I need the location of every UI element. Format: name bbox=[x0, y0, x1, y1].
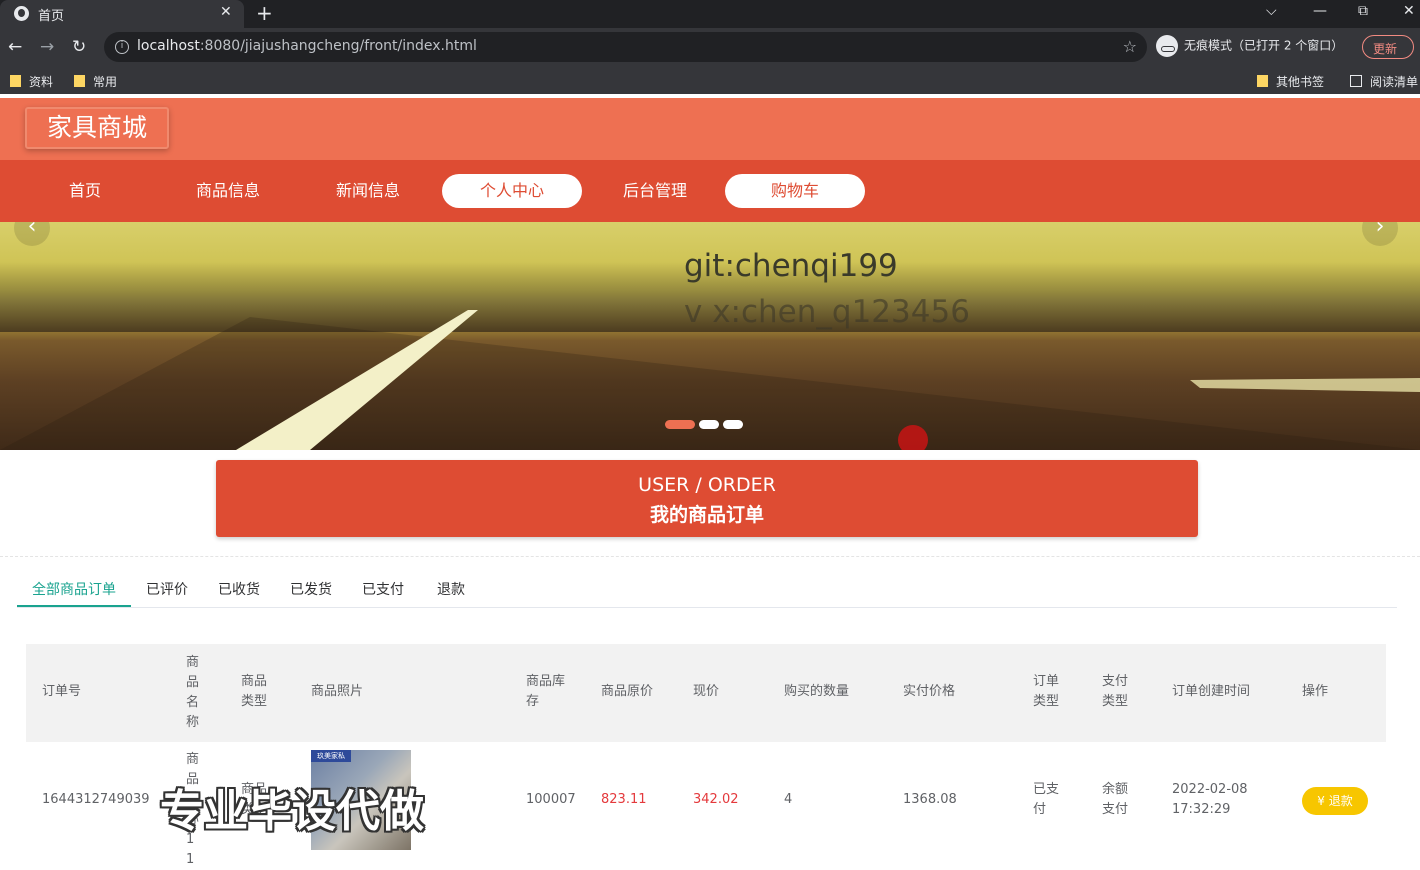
folder-icon bbox=[74, 75, 85, 87]
col-product-type: 商品类型 bbox=[241, 674, 268, 709]
col-paid-price: 实付价格 bbox=[903, 684, 956, 699]
tab-received[interactable]: 已收货 bbox=[218, 579, 260, 599]
browser-toolbar: ← → ↻ i localhost:8080/jiajushangcheng/f… bbox=[0, 28, 1420, 66]
col-original-price: 商品原价 bbox=[601, 684, 654, 699]
col-product-name: 商品名称 bbox=[186, 655, 200, 730]
bookmark-folder-ziliao[interactable]: 资料 bbox=[10, 73, 53, 90]
close-window-button[interactable]: ✕ bbox=[1403, 3, 1415, 19]
forward-icon[interactable]: → bbox=[40, 37, 54, 57]
browser-tab-strip: 首页 ✕ + ⌵ — ⧉ ✕ bbox=[0, 0, 1420, 28]
col-stock: 商品库存 bbox=[526, 674, 566, 709]
site-logo[interactable]: 家具商城 bbox=[25, 107, 169, 149]
tab-search-icon[interactable]: ⌵ bbox=[1266, 3, 1277, 19]
nav-user-center[interactable]: 个人中心 bbox=[442, 174, 582, 208]
bookmark-label: 其他书签 bbox=[1276, 75, 1325, 89]
nav-cart[interactable]: 购物车 bbox=[725, 174, 865, 208]
reading-list-icon bbox=[1350, 75, 1362, 87]
col-product-photo: 商品照片 bbox=[311, 684, 364, 699]
url-host: localhost bbox=[137, 38, 200, 54]
new-tab-button[interactable]: + bbox=[256, 1, 273, 25]
banner-caption-1: git:chenqi199 bbox=[684, 248, 898, 284]
cell-order-no: 1644312749039 bbox=[42, 792, 150, 807]
cell-created-time: 2022-02-08 17:32:29 bbox=[1172, 782, 1248, 817]
globe-icon bbox=[14, 6, 29, 21]
incognito-label: 无痕模式（已打开 2 个窗口） bbox=[1184, 38, 1344, 53]
incognito-indicator[interactable]: 无痕模式（已打开 2 个窗口） bbox=[1156, 35, 1343, 59]
mouse-cursor-highlight bbox=[898, 425, 928, 450]
yen-icon: ¥ bbox=[1317, 794, 1329, 808]
col-pay-type: 支付类型 bbox=[1102, 674, 1129, 709]
folder-icon bbox=[10, 75, 21, 87]
carousel-dot[interactable] bbox=[665, 420, 695, 429]
update-button[interactable]: 更新 bbox=[1362, 35, 1414, 59]
address-bar[interactable]: i localhost:8080/jiajushangcheng/front/i… bbox=[104, 32, 1147, 62]
watermark-overlay: 专业毕设代做 bbox=[160, 786, 424, 837]
url-text: localhost:8080/jiajushangcheng/front/ind… bbox=[137, 38, 477, 54]
cell-stock: 100007 bbox=[526, 792, 576, 807]
nav-news[interactable]: 新闻信息 bbox=[298, 174, 438, 208]
cell-pay-type: 余额支付 bbox=[1102, 782, 1129, 817]
close-tab-icon[interactable]: ✕ bbox=[220, 4, 232, 20]
bookmark-folder-changyong[interactable]: 常用 bbox=[74, 73, 117, 90]
col-quantity: 购买的数量 bbox=[784, 684, 850, 699]
refund-button[interactable]: ¥ 退款 bbox=[1302, 787, 1368, 815]
tab-shipped[interactable]: 已发货 bbox=[290, 579, 332, 599]
carousel-dot[interactable] bbox=[699, 420, 719, 429]
section-title-en: USER / ORDER bbox=[638, 474, 776, 496]
nav-products[interactable]: 商品信息 bbox=[158, 174, 298, 208]
col-order-type: 订单类型 bbox=[1033, 674, 1060, 709]
order-tabs: 全部商品订单 已评价 已收货 已发货 已支付 退款 bbox=[17, 570, 1397, 608]
main-nav: 首页 商品信息 新闻信息 个人中心 后台管理 购物车 bbox=[0, 160, 1420, 222]
cell-quantity: 4 bbox=[784, 792, 793, 807]
folder-icon bbox=[1257, 75, 1268, 87]
bookmark-folder-other[interactable]: 其他书签 bbox=[1257, 73, 1324, 90]
cell-paid-price: 1368.08 bbox=[903, 792, 957, 807]
col-order-no: 订单号 bbox=[42, 684, 82, 699]
bookmarks-bar: 资料 常用 其他书签 阅读清单 bbox=[0, 66, 1420, 94]
bookmark-label: 资料 bbox=[29, 75, 54, 89]
site-header: 家具商城 bbox=[0, 98, 1420, 160]
reading-list[interactable]: 阅读清单 bbox=[1350, 73, 1418, 90]
tab-title: 首页 bbox=[38, 9, 65, 24]
banner-carousel[interactable]: ‹ › git:chenqi199 v x:chen_q123456 bbox=[0, 222, 1420, 450]
tab-all-orders[interactable]: 全部商品订单 bbox=[32, 579, 116, 599]
tab-reviewed[interactable]: 已评价 bbox=[146, 579, 188, 599]
tab-paid[interactable]: 已支付 bbox=[362, 579, 404, 599]
section-title-cn: 我的商品订单 bbox=[649, 504, 764, 526]
carousel-dot[interactable] bbox=[723, 420, 743, 429]
bookmark-star-icon[interactable]: ☆ bbox=[1123, 37, 1137, 56]
cell-original-price: 823.11 bbox=[601, 792, 647, 807]
section-title: USER / ORDER 我的商品订单 bbox=[216, 460, 1198, 537]
col-current-price: 现价 bbox=[693, 684, 720, 699]
cell-order-type: 已支付 bbox=[1033, 782, 1060, 817]
tab-refund[interactable]: 退款 bbox=[437, 579, 465, 599]
active-tab-indicator bbox=[17, 605, 131, 607]
carousel-indicators bbox=[665, 420, 747, 430]
browser-tab[interactable]: 首页 ✕ bbox=[0, 0, 244, 28]
back-icon[interactable]: ← bbox=[8, 37, 22, 57]
nav-admin[interactable]: 后台管理 bbox=[585, 174, 725, 208]
table-header: 订单号 商品名称 商品类型 商品照片 商品库存 商品原价 现价 购买的数量 实付… bbox=[26, 644, 1386, 742]
site-info-icon[interactable]: i bbox=[115, 40, 129, 54]
restore-button[interactable]: ⧉ bbox=[1358, 3, 1368, 19]
cell-current-price: 342.02 bbox=[693, 792, 739, 807]
banner-caption-2: v x:chen_q123456 bbox=[684, 294, 970, 330]
photo-brand-tag: 玖美家私 bbox=[311, 750, 351, 762]
minimize-button[interactable]: — bbox=[1313, 3, 1327, 19]
col-created-time: 订单创建时间 bbox=[1172, 684, 1251, 699]
reload-icon[interactable]: ↻ bbox=[72, 37, 86, 57]
refund-label: 退款 bbox=[1328, 794, 1353, 808]
url-path: :8080/jiajushangcheng/front/index.html bbox=[199, 38, 477, 54]
col-actions: 操作 bbox=[1302, 684, 1329, 699]
nav-home[interactable]: 首页 bbox=[15, 174, 155, 208]
bookmark-label: 阅读清单 bbox=[1370, 75, 1419, 89]
incognito-icon bbox=[1156, 35, 1178, 57]
bookmark-label: 常用 bbox=[93, 75, 118, 89]
divider bbox=[0, 556, 1420, 557]
